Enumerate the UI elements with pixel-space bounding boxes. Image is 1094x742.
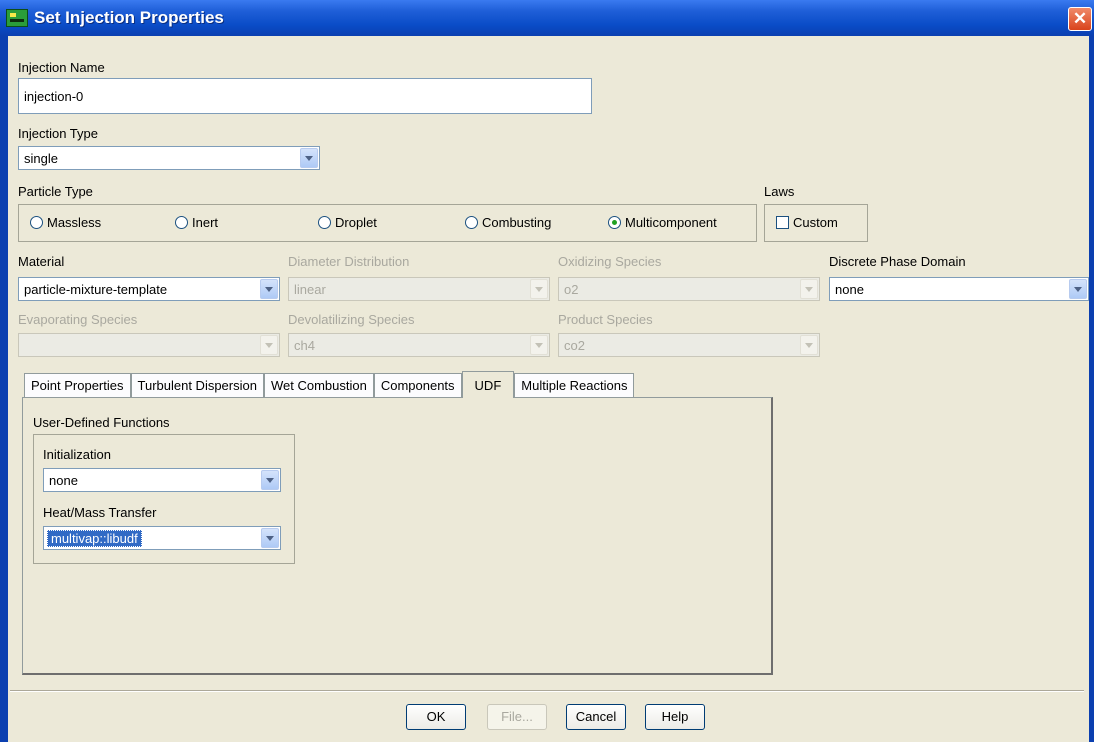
cancel-button[interactable]: Cancel <box>566 704 626 730</box>
evaporating-species-label: Evaporating Species <box>18 312 138 327</box>
tab-wet-combustion[interactable]: Wet Combustion <box>263 373 374 397</box>
close-button[interactable]: ✕ <box>1068 7 1092 31</box>
radio-circle[interactable] <box>465 216 478 229</box>
tab-multiple-reactions[interactable]: Multiple Reactions <box>514 373 635 397</box>
udf-group-label: User-Defined Functions <box>33 415 170 430</box>
product-species-label: Product Species <box>558 312 653 327</box>
injection-name-input[interactable] <box>18 78 592 114</box>
window-border-right <box>1089 36 1094 742</box>
radio-combusting[interactable]: Combusting <box>465 215 551 230</box>
devolatilizing-species-label: Devolatilizing Species <box>288 312 415 327</box>
oxidizing-species-label: Oxidizing Species <box>558 254 662 269</box>
radio-droplet[interactable]: Droplet <box>318 215 377 230</box>
tab-components[interactable]: Components <box>373 373 462 397</box>
radio-circle[interactable] <box>30 216 43 229</box>
discrete-phase-domain-value: none <box>835 282 864 297</box>
laws-label: Laws <box>764 184 795 199</box>
devolatilizing-species-select: ch4 <box>288 333 550 357</box>
radio-inert[interactable]: Inert <box>175 215 218 230</box>
udf-tab-panel: User-Defined Functions Initialization no… <box>22 397 773 675</box>
radio-massless[interactable]: Massless <box>30 215 101 230</box>
initialization-label: Initialization <box>43 447 111 462</box>
app-icon <box>6 9 28 27</box>
discrete-phase-domain-select[interactable]: none <box>829 277 1089 301</box>
window-border-left <box>0 36 8 742</box>
tab-point-properties[interactable]: Point Properties <box>24 373 131 397</box>
heat-mass-transfer-label: Heat/Mass Transfer <box>43 505 157 520</box>
chevron-down-icon <box>260 335 278 355</box>
help-button[interactable]: Help <box>645 704 705 730</box>
chevron-down-icon <box>800 279 818 299</box>
radio-multicomponent[interactable]: Multicomponent <box>608 215 717 230</box>
chevron-down-icon[interactable] <box>300 148 318 168</box>
oxidizing-species-select: o2 <box>558 277 820 301</box>
material-label: Material <box>18 254 65 269</box>
chevron-down-icon <box>800 335 818 355</box>
diameter-distribution-select: linear <box>288 277 550 301</box>
checkbox-box[interactable] <box>776 216 789 229</box>
chevron-down-icon[interactable] <box>260 279 278 299</box>
diameter-distribution-label: Diameter Distribution <box>288 254 410 269</box>
discrete-phase-domain-label: Discrete Phase Domain <box>829 254 966 269</box>
ok-button[interactable]: OK <box>406 704 466 730</box>
title-bar[interactable]: Set Injection Properties ✕ <box>0 0 1094 36</box>
file-button: File... <box>487 704 547 730</box>
radio-label-droplet: Droplet <box>335 215 377 230</box>
chevron-down-icon[interactable] <box>261 470 279 490</box>
window-title: Set Injection Properties <box>34 8 224 27</box>
custom-checkbox-label: Custom <box>793 215 838 230</box>
injection-type-label: Injection Type <box>18 126 98 141</box>
radio-label-combusting: Combusting <box>482 215 552 230</box>
product-species-select: co2 <box>558 333 820 357</box>
footer-separator <box>10 690 1084 692</box>
custom-checkbox[interactable]: Custom <box>776 215 838 230</box>
radio-circle[interactable] <box>318 216 331 229</box>
chevron-down-icon <box>530 335 548 355</box>
chevron-down-icon <box>530 279 548 299</box>
evaporating-species-select <box>18 333 280 357</box>
radio-circle-selected[interactable] <box>608 216 621 229</box>
heat-mass-transfer-value: multivap::libudf <box>47 530 142 547</box>
oxidizing-species-value: o2 <box>564 282 579 297</box>
product-species-value: co2 <box>564 338 585 353</box>
diameter-distribution-value: linear <box>294 282 326 297</box>
material-value: particle-mixture-template <box>24 282 168 297</box>
radio-label-multicomponent: Multicomponent <box>625 215 717 230</box>
radio-circle[interactable] <box>175 216 188 229</box>
particle-type-label: Particle Type <box>18 184 93 199</box>
tab-strip: Point Properties Turbulent Dispersion We… <box>24 371 635 398</box>
radio-label-massless: Massless <box>47 215 102 230</box>
initialization-select[interactable]: none <box>43 468 281 492</box>
chevron-down-icon[interactable] <box>1069 279 1087 299</box>
radio-label-inert: Inert <box>192 215 219 230</box>
tab-turbulent-dispersion[interactable]: Turbulent Dispersion <box>130 373 264 397</box>
tab-udf[interactable]: UDF <box>461 371 515 398</box>
devolatilizing-species-value: ch4 <box>294 338 315 353</box>
chevron-down-icon[interactable] <box>261 528 279 548</box>
injection-type-value: single <box>24 151 58 166</box>
heat-mass-transfer-select[interactable]: multivap::libudf <box>43 526 281 550</box>
material-select[interactable]: particle-mixture-template <box>18 277 280 301</box>
injection-name-label: Injection Name <box>18 60 105 75</box>
injection-type-select[interactable]: single <box>18 146 320 170</box>
initialization-value: none <box>49 473 78 488</box>
